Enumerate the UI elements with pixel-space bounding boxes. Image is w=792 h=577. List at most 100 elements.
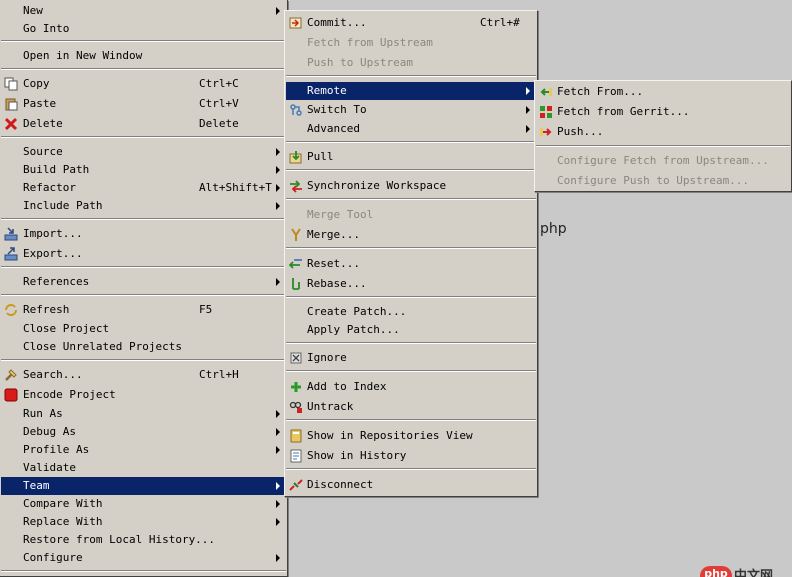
menu-item-label: Open in New Window: [23, 49, 143, 62]
menu-item-shortcut: Ctrl+V: [199, 97, 239, 110]
background-text: php: [540, 221, 567, 237]
sync-icon: [290, 180, 302, 193]
chevron-right-icon: [276, 482, 280, 490]
disconnect-icon: [289, 479, 303, 491]
menu-item-source[interactable]: Source: [1, 143, 286, 161]
menu-item-label: New: [23, 4, 43, 17]
menu-item-synchronize-workspace[interactable]: Synchronize Workspace: [286, 177, 536, 195]
menu-item-new[interactable]: New: [1, 2, 286, 20]
menu-item-untrack[interactable]: Untrack: [286, 398, 536, 416]
chevron-right-icon: [526, 125, 530, 133]
menu-item-label: Restore from Local History...: [23, 533, 216, 546]
menu-item-export[interactable]: Export...: [1, 245, 286, 263]
chevron-right-icon: [276, 166, 280, 174]
menu-item-pull[interactable]: Pull: [286, 148, 536, 166]
menu-item-push-to-upstream[interactable]: Push to Upstream: [286, 54, 536, 72]
menu-item-merge[interactable]: Merge...: [286, 226, 536, 244]
menu-item-paste[interactable]: Paste Ctrl+V: [1, 95, 286, 113]
menu-item-commit[interactable]: Commit... Ctrl+#: [286, 14, 536, 32]
menu-separator: [286, 141, 536, 143]
menu-item-debug-as[interactable]: Debug As: [1, 423, 286, 441]
menu-item-label: Create Patch...: [307, 305, 407, 318]
menu-item-encode-project[interactable]: Encode Project: [1, 386, 286, 404]
menu-item-label: Build Path: [23, 163, 90, 176]
menu-item-fetch-from-upstream[interactable]: Fetch from Upstream: [286, 34, 536, 52]
menu-item-add-to-index[interactable]: Add to Index: [286, 378, 536, 396]
menu-item-switch-to[interactable]: Switch To: [286, 101, 536, 119]
watermark-text: 中文网: [734, 569, 774, 577]
menu-item-configure-push-to-upstream[interactable]: Configure Push to Upstream...: [536, 172, 790, 190]
menu-item-push[interactable]: Push...: [536, 123, 790, 141]
menu-item-refactor[interactable]: Refactor Alt+Shift+T: [1, 179, 286, 197]
menu-item-references[interactable]: References: [1, 273, 286, 291]
menu-item-shortcut: Delete: [199, 117, 239, 130]
history-icon: [290, 449, 302, 463]
menu-item-refresh[interactable]: Refresh F5: [1, 301, 286, 319]
menu-item-show-in-repositories-view[interactable]: Show in Repositories View: [286, 427, 536, 445]
menu-item-label: Configure Push to Upstream...: [557, 174, 750, 187]
menu-item-label: Profile As: [23, 443, 90, 456]
chevron-right-icon: [526, 87, 530, 95]
menu-item-remote[interactable]: Remote: [286, 82, 536, 100]
menu-item-copy[interactable]: Copy Ctrl+C: [1, 75, 286, 93]
menu-item-validate[interactable]: Validate: [1, 459, 286, 477]
menu-item-label: Configure: [23, 551, 83, 564]
context-menu: New Go Into Open in New Window Copy Ctrl…: [0, 0, 288, 577]
menu-separator: [1, 218, 286, 220]
watermark-logo: php: [700, 566, 732, 577]
menu-item-close-project[interactable]: Close Project: [1, 320, 286, 338]
menu-item-configure[interactable]: Configure: [1, 549, 286, 567]
menu-item-label: Merge...: [307, 228, 360, 241]
menu-item-rebase[interactable]: Rebase...: [286, 275, 536, 293]
menu-item-fetch-from[interactable]: Fetch From...: [536, 83, 790, 101]
menu-item-go-into[interactable]: Go Into: [1, 20, 286, 38]
menu-item-label: Encode Project: [23, 388, 116, 401]
menu-item-reset[interactable]: Reset...: [286, 255, 536, 273]
menu-item-build-path[interactable]: Build Path: [1, 161, 286, 179]
menu-item-label: Pull: [307, 150, 334, 163]
menu-item-shortcut: Ctrl+H: [199, 368, 239, 381]
menu-item-apply-patch[interactable]: Apply Patch...: [286, 321, 536, 339]
menu-item-include-path[interactable]: Include Path: [1, 197, 286, 215]
menu-item-delete[interactable]: Delete Delete: [1, 115, 286, 133]
menu-item-disconnect[interactable]: Disconnect: [286, 476, 536, 494]
menu-item-profile-as[interactable]: Profile As: [1, 441, 286, 459]
chevron-right-icon: [276, 518, 280, 526]
menu-item-label: Switch To: [307, 103, 367, 116]
menu-separator: [286, 370, 536, 372]
menu-separator: [1, 359, 286, 361]
menu-item-restore-from-local-history[interactable]: Restore from Local History...: [1, 531, 286, 549]
add-icon: [291, 382, 301, 392]
menu-item-label: Include Path: [23, 199, 103, 212]
menu-item-show-in-history[interactable]: Show in History: [286, 447, 536, 465]
menu-item-label: Ignore: [307, 351, 347, 364]
refresh-icon: [5, 304, 17, 316]
menu-separator: [286, 247, 536, 249]
chevron-right-icon: [276, 428, 280, 436]
menu-item-compare-with[interactable]: Compare With: [1, 495, 286, 513]
ignore-icon: [290, 352, 302, 364]
menu-item-open-in-new-window[interactable]: Open in New Window: [1, 47, 286, 65]
menu-item-label: Push to Upstream: [307, 56, 413, 69]
menu-item-close-unrelated-projects[interactable]: Close Unrelated Projects: [1, 338, 286, 356]
menu-separator: [1, 40, 286, 42]
menu-item-label: Push...: [557, 125, 604, 138]
menu-item-search[interactable]: Search... Ctrl+H: [1, 366, 286, 384]
menu-item-team[interactable]: Team: [1, 477, 286, 495]
reset-icon: [289, 259, 302, 269]
menu-item-run-as[interactable]: Run As: [1, 405, 286, 423]
menu-item-shortcut: Ctrl+C: [199, 77, 239, 90]
menu-item-configure-fetch-from-upstream[interactable]: Configure Fetch from Upstream...: [536, 152, 790, 170]
menu-item-merge-tool[interactable]: Merge Tool: [286, 206, 536, 224]
menu-item-import[interactable]: Import...: [1, 225, 286, 243]
menu-item-advanced[interactable]: Advanced: [286, 120, 536, 138]
menu-item-replace-with[interactable]: Replace With: [1, 513, 286, 531]
menu-item-ignore[interactable]: Ignore: [286, 349, 536, 367]
menu-item-create-patch[interactable]: Create Patch...: [286, 303, 536, 321]
menu-separator: [286, 198, 536, 200]
menu-item-label: Delete: [23, 117, 63, 130]
remote-submenu: Fetch From... Fetch from Gerrit... Push.…: [534, 80, 792, 192]
menu-item-fetch-from-gerrit[interactable]: Fetch from Gerrit...: [536, 103, 790, 121]
menu-item-label: Remote: [307, 84, 347, 97]
menu-separator: [286, 468, 536, 470]
